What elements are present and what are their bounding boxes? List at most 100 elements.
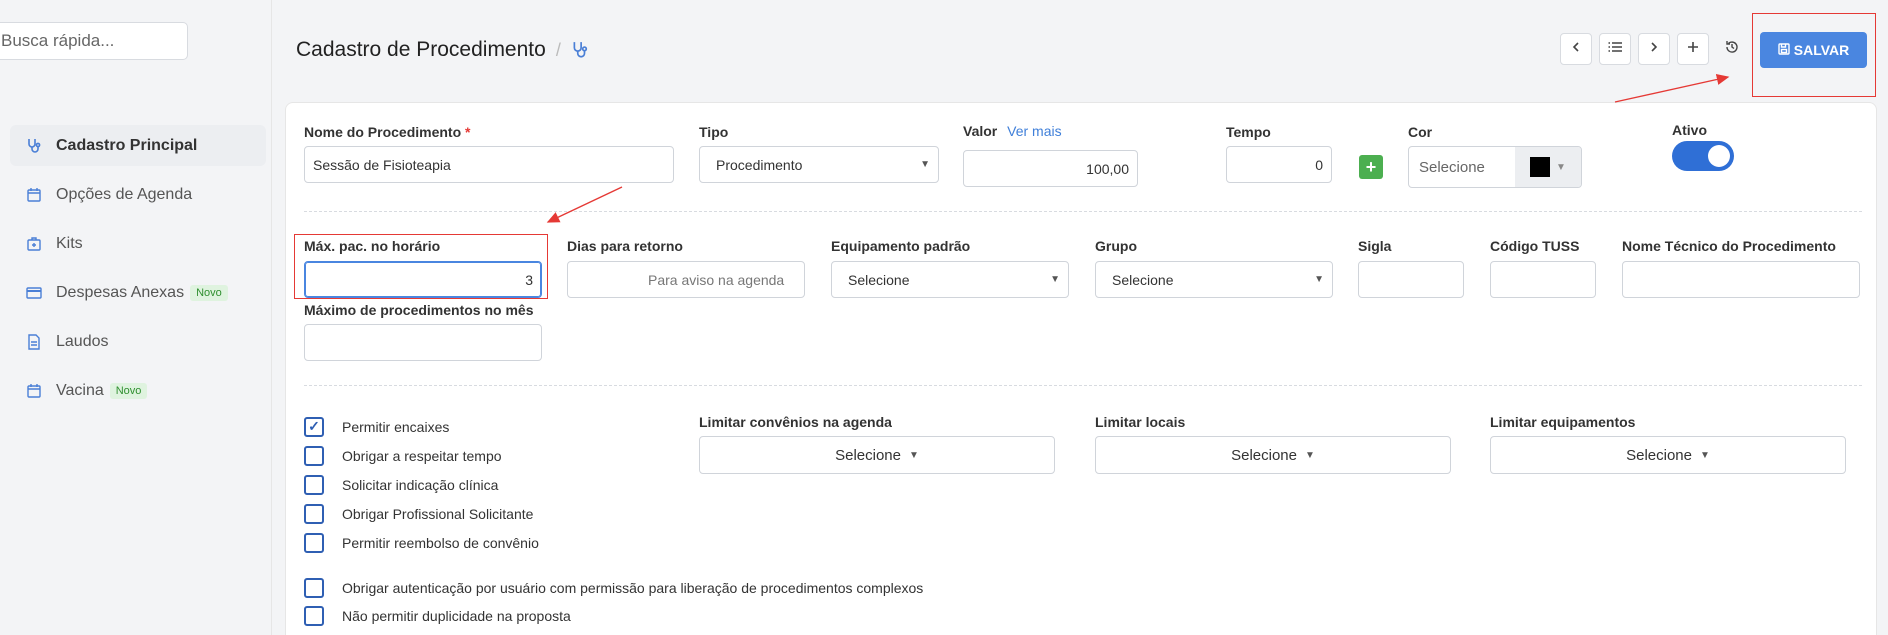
valor-input[interactable]: 100,00 [963, 150, 1138, 187]
annotation-arrow-save [1614, 73, 1730, 103]
history-button[interactable] [1716, 33, 1748, 65]
equipamento-select[interactable]: Selecione ▼ [831, 261, 1069, 298]
checkbox-row[interactable]: Obrigar Profissional Solicitante [304, 499, 539, 528]
chevron-left-icon [1570, 40, 1582, 58]
nome-input[interactable]: Sessão de Fisioteapia [304, 146, 674, 183]
tipo-label: Tipo [699, 124, 729, 140]
credit-card-icon [26, 285, 42, 301]
color-placeholder: Selecione [1419, 158, 1485, 176]
valor-value: 100,00 [1086, 160, 1129, 177]
sidebar-item-kits[interactable]: Kits [10, 223, 266, 264]
sidebar-item-opcoes-agenda[interactable]: Opções de Agenda [10, 174, 266, 215]
ativo-toggle[interactable] [1672, 141, 1734, 171]
nome-tecnico-input[interactable] [1622, 261, 1860, 298]
checkbox-checked[interactable]: ✓ [304, 416, 324, 437]
limitar-convenios-dropdown[interactable]: Selecione ▼ [699, 436, 1055, 474]
dias-retorno-label: Dias para retorno [567, 238, 683, 254]
max-mes-input[interactable] [304, 324, 542, 361]
grupo-select[interactable]: Selecione ▼ [1095, 261, 1333, 298]
nome-tecnico-label: Nome Técnico do Procedimento [1622, 238, 1836, 254]
breadcrumb-separator: / [555, 39, 561, 60]
checkbox[interactable] [304, 606, 324, 626]
nome-value: Sessão de Fisioteapia [313, 156, 451, 173]
caret-down-icon: ▼ [1314, 274, 1324, 285]
valor-label: Valor Ver mais [963, 123, 1062, 139]
sidebar-item-vacina[interactable]: Vacina Novo [10, 370, 266, 411]
page-title: Cadastro de Procedimento / [296, 38, 589, 62]
sigla-label: Sigla [1358, 238, 1392, 254]
checkbox-list: ✓ Permitir encaixes Obrigar a respeitar … [304, 412, 539, 557]
tipo-value: Procedimento [716, 156, 803, 173]
checkbox[interactable] [304, 578, 324, 598]
checkbox-row[interactable]: Obrigar autenticação por usuário com per… [304, 574, 923, 602]
checkbox[interactable] [304, 503, 324, 524]
sidebar-item-label: Cadastro Principal [56, 136, 198, 154]
equipamento-label: Equipamento padrão [831, 238, 971, 254]
kit-plus-icon [26, 236, 42, 252]
chevron-right-icon [1648, 40, 1660, 58]
checkbox-row[interactable]: ✓ Permitir encaixes [304, 412, 539, 441]
checkbox[interactable] [304, 445, 324, 466]
previous-button[interactable] [1560, 33, 1592, 65]
limitar-convenios-label: Limitar convênios na agenda [699, 414, 892, 430]
checkbox-label: Obrigar autenticação por usuário com per… [342, 580, 924, 596]
dias-retorno-input[interactable]: Para aviso na agenda [567, 261, 805, 298]
sidebar-item-label: Opções de Agenda [56, 185, 193, 203]
sidebar-item-label: Despesas Anexas [56, 283, 185, 301]
ver-mais-link[interactable]: Ver mais [1007, 123, 1061, 139]
calendar-icon [26, 383, 42, 399]
checkbox-row[interactable]: Não permitir duplicidade na proposta [304, 602, 923, 630]
checkbox-row[interactable]: Solicitar indicação clínica [304, 470, 539, 499]
quick-search-input[interactable] [0, 22, 188, 60]
tempo-value: 0 [1315, 156, 1323, 173]
checkbox-label: Permitir encaixes [342, 418, 450, 435]
sigla-input[interactable] [1358, 261, 1464, 298]
grupo-value: Selecione [1112, 271, 1174, 288]
sidebar-item-label: Kits [56, 234, 83, 252]
sidebar-item-laudos[interactable]: Laudos [10, 321, 266, 362]
checkbox-row[interactable]: Permitir reembolso de convênio [304, 528, 539, 557]
checkbox-label: Obrigar Profissional Solicitante [342, 505, 534, 522]
toolbar [1560, 33, 1748, 65]
equipamento-value: Selecione [848, 271, 910, 288]
checkbox[interactable] [304, 474, 324, 495]
caret-down-icon: ▼ [1699, 449, 1710, 461]
new-badge: Novo [190, 284, 228, 301]
tempo-label: Tempo [1226, 124, 1271, 140]
caret-down-icon: ▼ [920, 159, 930, 170]
dropdown-value: Selecione [835, 446, 901, 464]
color-swatch [1530, 157, 1551, 177]
ativo-label: Ativo [1672, 122, 1707, 138]
add-button[interactable] [1677, 33, 1709, 65]
sidebar-item-despesas-anexas[interactable]: Despesas Anexas Novo [10, 272, 266, 313]
tipo-select[interactable]: Procedimento ▼ [699, 146, 939, 183]
list-button[interactable] [1599, 33, 1631, 65]
valor-label-text: Valor [963, 123, 998, 139]
annotation-box-max-pac [294, 234, 548, 299]
sidebar-item-cadastro-principal[interactable]: Cadastro Principal [10, 125, 266, 166]
stethoscope-icon [571, 41, 589, 59]
list-icon [1608, 40, 1622, 58]
nome-label-text: Nome do Procedimento [304, 124, 462, 140]
form-card: Nome do Procedimento * Sessão de Fisiote… [285, 102, 1877, 635]
checkbox-list-2: Obrigar autenticação por usuário com per… [304, 574, 923, 630]
caret-down-icon: ▼ [1556, 161, 1566, 173]
color-picker[interactable]: Selecione ▼ [1408, 146, 1582, 188]
tuss-input[interactable] [1490, 261, 1596, 298]
required-marker: * [465, 124, 471, 140]
limitar-locais-label: Limitar locais [1095, 414, 1186, 430]
tuss-label: Código TUSS [1490, 238, 1580, 254]
next-button[interactable] [1638, 33, 1670, 65]
checkbox[interactable] [304, 532, 324, 553]
checkbox-row[interactable]: Obrigar a respeitar tempo [304, 441, 539, 470]
history-icon [1725, 40, 1739, 59]
limitar-equipamentos-dropdown[interactable]: Selecione ▼ [1490, 436, 1846, 474]
checkbox-label: Permitir reembolso de convênio [342, 534, 539, 551]
divider [304, 385, 1862, 386]
color-swatch-button[interactable]: ▼ [1515, 147, 1581, 187]
add-tempo-button[interactable]: + [1359, 155, 1383, 179]
limitar-locais-dropdown[interactable]: Selecione ▼ [1095, 436, 1451, 474]
tempo-input[interactable]: 0 [1226, 146, 1332, 183]
divider [304, 211, 1862, 212]
caret-down-icon: ▼ [1050, 274, 1060, 285]
